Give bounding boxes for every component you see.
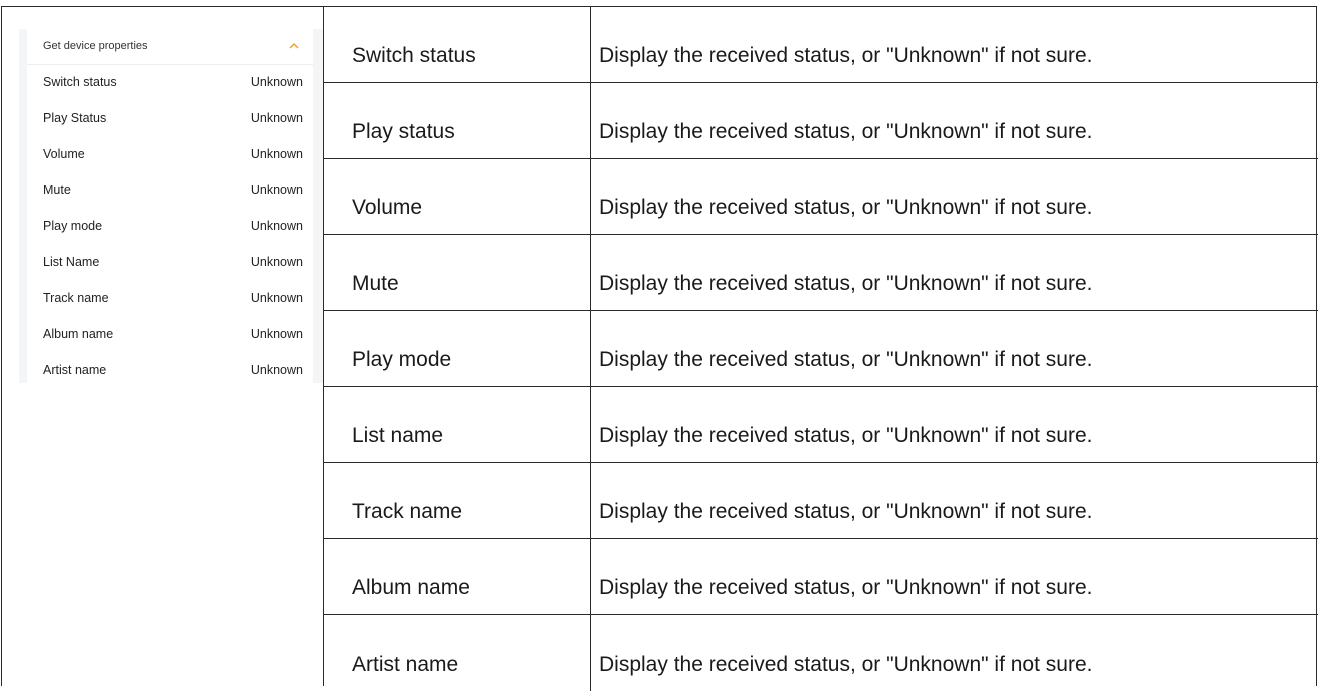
field-description: Display the received status, or "Unknown…	[599, 348, 1093, 371]
description-cell: Display the received status, or "Unknown…	[591, 463, 1318, 538]
property-name: List Name	[43, 255, 100, 269]
property-row: Artist name Unknown	[27, 353, 313, 389]
field-name: Mute	[352, 272, 399, 295]
property-row: Play Status Unknown	[27, 101, 313, 137]
property-row: Album name Unknown	[27, 317, 313, 353]
field-description: Display the received status, or "Unknown…	[599, 500, 1093, 523]
field-name: Play status	[352, 120, 455, 143]
property-name: Play mode	[43, 219, 103, 233]
field-cell: Artist name	[324, 615, 591, 691]
property-name: Artist name	[43, 363, 107, 377]
field-cell: Mute	[324, 235, 591, 310]
field-name: Play mode	[352, 348, 452, 371]
property-row: Track name Unknown	[27, 281, 313, 317]
property-row: Switch status Unknown	[27, 65, 313, 101]
table-row: Switch status Display the received statu…	[324, 7, 1318, 83]
field-cell: Track name	[324, 463, 591, 538]
property-value: Unknown	[250, 291, 303, 305]
property-value: Unknown	[250, 111, 303, 125]
field-name: Track name	[352, 500, 463, 523]
description-cell: Display the received status, or "Unknown…	[591, 235, 1318, 310]
field-name: Artist name	[352, 653, 459, 676]
table-row: Volume Display the received status, or "…	[324, 159, 1318, 235]
property-name: Track name	[43, 291, 109, 305]
description-cell: Display the received status, or "Unknown…	[591, 159, 1318, 234]
field-description: Display the received status, or "Unknown…	[599, 44, 1093, 67]
property-value: Unknown	[250, 327, 303, 341]
device-properties-panel: Get device properties Switch status Unkn…	[19, 29, 323, 383]
property-value: Unknown	[250, 183, 303, 197]
property-row: Play mode Unknown	[27, 209, 313, 245]
description-cell: Display the received status, or "Unknown…	[591, 7, 1318, 82]
property-name: Album name	[43, 327, 114, 341]
property-value: Unknown	[250, 219, 303, 233]
field-description: Display the received status, or "Unknown…	[599, 196, 1093, 219]
table-row: Play status Display the received status,…	[324, 83, 1318, 159]
property-value: Unknown	[250, 255, 303, 269]
screenshot-cell: Get device properties Switch status Unkn…	[2, 7, 324, 686]
field-cell: Volume	[324, 159, 591, 234]
property-name: Mute	[43, 183, 71, 197]
field-cell: Album name	[324, 539, 591, 614]
field-cell: List name	[324, 387, 591, 462]
chevron-up-icon[interactable]	[287, 39, 301, 53]
table-row: Artist name Display the received status,…	[324, 615, 1318, 691]
table-row: Track name Display the received status, …	[324, 463, 1318, 539]
property-row: Mute Unknown	[27, 173, 313, 209]
property-name: Play Status	[43, 111, 107, 125]
device-properties-card: Get device properties Switch status Unkn…	[27, 29, 313, 383]
property-row: List Name Unknown	[27, 245, 313, 281]
description-cell: Display the received status, or "Unknown…	[591, 311, 1318, 386]
field-name: Album name	[352, 576, 470, 599]
field-name: Volume	[352, 196, 423, 219]
table-row: Play mode Display the received status, o…	[324, 311, 1318, 387]
table-row: List name Display the received status, o…	[324, 387, 1318, 463]
description-cell: Display the received status, or "Unknown…	[591, 539, 1318, 614]
property-value: Unknown	[250, 147, 303, 161]
field-description: Display the received status, or "Unknown…	[599, 653, 1093, 676]
panel-header[interactable]: Get device properties	[27, 29, 313, 65]
field-name: Switch status	[352, 44, 476, 67]
field-name: List name	[352, 424, 444, 447]
description-cell: Display the received status, or "Unknown…	[591, 83, 1318, 158]
field-cell: Switch status	[324, 7, 591, 82]
field-description: Display the received status, or "Unknown…	[599, 576, 1093, 599]
property-value: Unknown	[250, 75, 303, 89]
description-cell: Display the received status, or "Unknown…	[591, 615, 1318, 691]
property-name: Switch status	[43, 75, 117, 89]
field-cell: Play status	[324, 83, 591, 158]
description-cell: Display the received status, or "Unknown…	[591, 387, 1318, 462]
panel-title: Get device properties	[43, 40, 148, 52]
table-row: Mute Display the received status, or "Un…	[324, 235, 1318, 311]
table-row: Album name Display the received status, …	[324, 539, 1318, 615]
property-row: Volume Unknown	[27, 137, 313, 173]
doc-table: Get device properties Switch status Unkn…	[1, 6, 1318, 691]
property-name: Volume	[43, 147, 85, 161]
field-description: Display the received status, or "Unknown…	[599, 120, 1093, 143]
field-description: Display the received status, or "Unknown…	[599, 272, 1093, 295]
field-description: Display the received status, or "Unknown…	[599, 424, 1093, 447]
property-value: Unknown	[250, 363, 303, 377]
field-cell: Play mode	[324, 311, 591, 386]
